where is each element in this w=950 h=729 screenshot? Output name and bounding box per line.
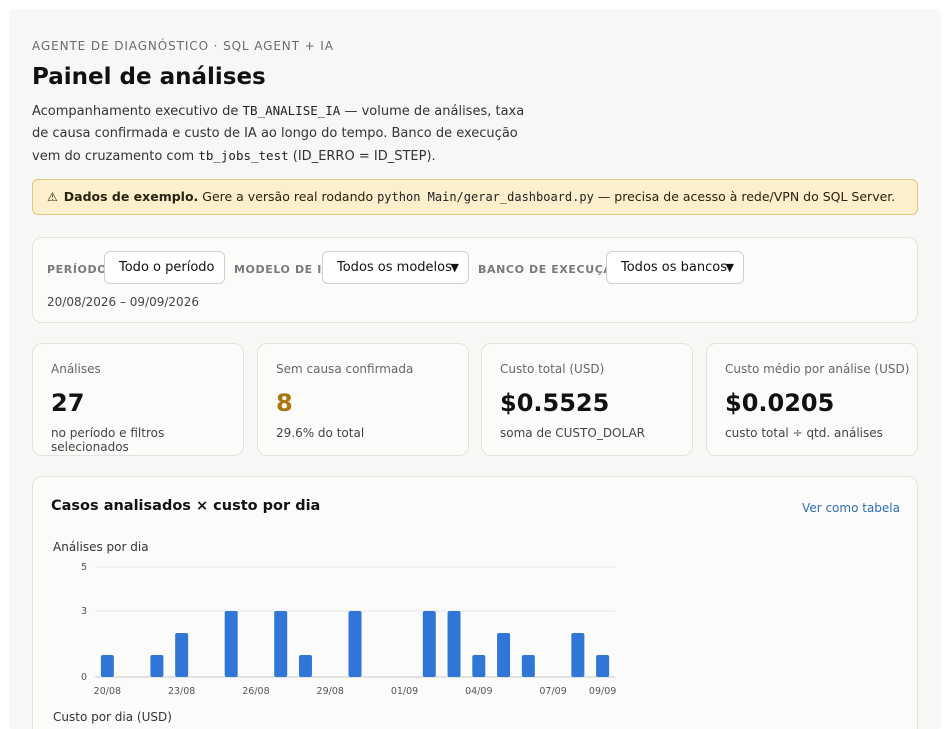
kpi-value: $0.5525 xyxy=(500,389,610,417)
page-description: Acompanhamento executivo de TB_ANALISE_I… xyxy=(32,100,532,168)
bar xyxy=(150,655,164,677)
chart-card: Casos analisados × custo por dia Ver com… xyxy=(32,476,918,729)
bar xyxy=(298,655,312,677)
kpi-card-analises: Análises 27 no período e filtros selecio… xyxy=(32,343,244,456)
page-eyebrow: AGENTE DE DIAGNÓSTICO · SQL AGENT + IA xyxy=(32,39,334,53)
bar xyxy=(472,655,486,677)
bar xyxy=(224,611,238,677)
desc-text-3: (ID_ERRO = ID_STEP). xyxy=(288,149,436,164)
bar xyxy=(596,655,610,677)
x-tick-label: 23/08 xyxy=(168,686,195,697)
x-tick-label: 04/09 xyxy=(465,686,492,697)
filters-card: PERÍODO Todo o período MODELO DE IA Todo… xyxy=(32,237,918,323)
bar xyxy=(175,633,189,677)
bank-label: BANCO DE EXECUÇÃO xyxy=(478,263,623,276)
kpi-label: Custo total (USD) xyxy=(500,362,605,376)
kpi-label: Custo médio por análise (USD) xyxy=(725,362,910,376)
bank-select[interactable]: Todos os bancos ▼ xyxy=(606,251,744,284)
x-tick-label: 07/09 xyxy=(539,686,566,697)
notice-code: python Main/gerar_dashboard.py xyxy=(377,190,594,204)
notice-text-1: Gere a versão real rodando xyxy=(198,189,378,204)
kpi-sub: no período e filtros selecionados xyxy=(51,426,165,454)
bar xyxy=(422,611,436,677)
dashboard-page: AGENTE DE DIAGNÓSTICO · SQL AGENT + IA P… xyxy=(9,9,941,729)
kpi-card-custo-total: Custo total (USD) $0.5525 soma de CUSTO_… xyxy=(481,343,693,456)
date-range: 20/08/2026 – 09/09/2026 xyxy=(47,295,199,309)
bar xyxy=(100,655,114,677)
model-select[interactable]: Todos os modelos ▼ xyxy=(322,251,469,284)
kpi-card-sem-causa: Sem causa confirmada 8 29.6% do total xyxy=(257,343,469,456)
bar xyxy=(571,633,585,677)
model-label: MODELO DE IA xyxy=(234,263,332,276)
desc-text-1: Acompanhamento executivo de xyxy=(32,104,243,119)
kpi-value: $0.0205 xyxy=(725,389,835,417)
analyses-bar-chart: 0 3 5 20/08 23/08 26/08 29/08 01/09 04/09 07/09 09… xyxy=(81,562,616,697)
kpi-label: Sem causa confirmada xyxy=(276,362,414,376)
chevron-down-icon: ▼ xyxy=(450,261,459,274)
sample-data-notice: ⚠ Dados de exemplo. Gere a versão real ro… xyxy=(32,179,918,215)
bar xyxy=(521,655,535,677)
desc-code-table: TB_ANALISE_IA xyxy=(242,103,341,118)
notice-strong: Dados de exemplo. xyxy=(63,189,199,204)
desc-code-jobs: tb_jobs_test xyxy=(198,148,289,163)
kpi-card-custo-medio: Custo médio por análise (USD) $0.0205 cu… xyxy=(706,343,918,456)
bank-select-value: Todos os bancos xyxy=(621,260,727,275)
kpi-label: Análises xyxy=(51,362,101,376)
bar xyxy=(348,611,362,677)
chevron-down-icon: ▼ xyxy=(725,261,734,274)
y-tick-label: 0 xyxy=(81,672,87,683)
period-label: PERÍODO xyxy=(47,263,108,276)
x-tick-label: 01/09 xyxy=(391,686,418,697)
warning-icon: ⚠ xyxy=(47,190,58,204)
kpi-sub: 29.6% do total xyxy=(276,426,365,440)
y-tick-label: 5 xyxy=(81,562,87,573)
x-tick-label: 26/08 xyxy=(242,686,269,697)
page-title: Painel de análises xyxy=(32,64,266,90)
x-tick-label: 09/09 xyxy=(589,686,616,697)
model-select-value: Todos os modelos xyxy=(337,260,452,275)
x-tick-label: 29/08 xyxy=(317,686,344,697)
x-tick-label: 20/08 xyxy=(94,686,121,697)
notice-text-2: — precisa de acesso à rede/VPN do SQL Se… xyxy=(593,189,896,204)
kpi-sub: custo total ÷ qtd. análises xyxy=(725,426,883,440)
kpi-sub: soma de CUSTO_DOLAR xyxy=(500,426,646,440)
chart-subtitle-cost: Custo por dia (USD) xyxy=(53,710,172,724)
y-tick-label: 3 xyxy=(81,606,87,617)
bar xyxy=(497,633,511,677)
bar xyxy=(274,611,288,677)
bar xyxy=(447,611,461,677)
period-button[interactable]: Todo o período xyxy=(104,251,225,284)
kpi-value: 8 xyxy=(276,389,293,417)
kpi-value: 27 xyxy=(51,389,85,417)
